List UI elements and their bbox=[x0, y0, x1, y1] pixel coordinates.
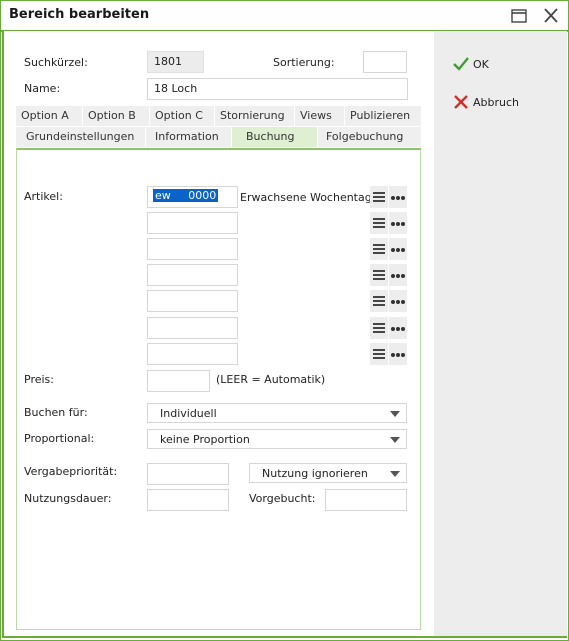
ok-button[interactable]: OK bbox=[452, 55, 512, 75]
sortierung-field[interactable] bbox=[363, 51, 407, 73]
buchen-fuer-value: Individuell bbox=[160, 407, 217, 420]
preis-field[interactable] bbox=[147, 370, 210, 392]
nutzungsdauer-field[interactable] bbox=[147, 489, 229, 511]
list-icon[interactable] bbox=[370, 238, 388, 260]
artikel-field-3[interactable] bbox=[147, 238, 238, 260]
artikel-code: ew bbox=[155, 189, 171, 202]
nutzungsdauer-label: Nutzungsdauer: bbox=[24, 492, 112, 505]
vorgebucht-label: Vorgebucht: bbox=[249, 492, 316, 505]
nutzung-value: Nutzung ignorieren bbox=[262, 467, 368, 480]
tab-option-b[interactable]: Option B bbox=[83, 106, 149, 126]
suchkuerzel-label: Suchkürzel: bbox=[24, 56, 88, 69]
chevron-down-icon bbox=[390, 437, 400, 443]
check-icon bbox=[452, 55, 470, 76]
artikel-field-6[interactable] bbox=[147, 317, 238, 339]
tab-publizieren[interactable]: Publizieren bbox=[345, 106, 421, 126]
more-options-icon[interactable] bbox=[389, 317, 407, 339]
more-options-icon[interactable] bbox=[389, 290, 407, 312]
suchkuerzel-field[interactable]: 1801 bbox=[147, 51, 204, 73]
sortierung-label: Sortierung: bbox=[273, 56, 335, 69]
more-options-icon[interactable] bbox=[389, 186, 407, 208]
vorgebucht-field[interactable] bbox=[325, 489, 407, 511]
tab-option-a[interactable]: Option A bbox=[16, 106, 82, 126]
artikel-label: Artikel: bbox=[24, 190, 63, 203]
abbruch-label: Abbruch bbox=[473, 96, 520, 109]
preis-hint: (LEER = Automatik) bbox=[216, 373, 326, 386]
artikel-description: Erwachsene Wochentags bbox=[240, 191, 378, 204]
nutzung-select[interactable]: Nutzung ignorieren bbox=[249, 463, 407, 483]
name-field[interactable]: 18 Loch bbox=[147, 78, 408, 100]
vergabe-label: Vergabepriorität: bbox=[24, 465, 118, 478]
list-icon[interactable] bbox=[370, 186, 388, 208]
buchen-fuer-select[interactable]: Individuell bbox=[147, 403, 407, 423]
tab-views[interactable]: Views bbox=[295, 106, 344, 126]
tab-grundeinstellungen[interactable]: Grundeinstellungen bbox=[16, 127, 145, 147]
artikel-field-2[interactable] bbox=[147, 212, 238, 234]
more-options-icon[interactable] bbox=[389, 212, 407, 234]
name-label: Name: bbox=[24, 82, 61, 95]
preis-label: Preis: bbox=[24, 373, 54, 386]
cancel-icon bbox=[452, 93, 470, 114]
action-pane bbox=[434, 31, 567, 638]
abbruch-button[interactable]: Abbruch bbox=[452, 93, 532, 113]
list-icon[interactable] bbox=[370, 264, 388, 286]
tab-information[interactable]: Information bbox=[146, 127, 231, 147]
proportional-label: Proportional: bbox=[24, 432, 95, 445]
list-icon[interactable] bbox=[370, 317, 388, 339]
artikel-field-4[interactable] bbox=[147, 264, 238, 286]
tab-folgebuchung[interactable]: Folgebuchung bbox=[318, 127, 421, 147]
artikel-field-1[interactable]: ew 0000 bbox=[147, 186, 238, 208]
tab-buchung[interactable]: Buchung bbox=[232, 127, 317, 147]
chevron-down-icon bbox=[390, 471, 400, 477]
proportional-value: keine Proportion bbox=[160, 433, 250, 446]
artikel-number: 0000 bbox=[188, 189, 217, 202]
close-icon[interactable] bbox=[539, 5, 563, 27]
proportional-select[interactable]: keine Proportion bbox=[147, 429, 407, 449]
vergabe-field[interactable] bbox=[147, 463, 229, 485]
buchen-fuer-label: Buchen für: bbox=[24, 406, 88, 419]
window-title: Bereich bearbeiten bbox=[9, 7, 150, 22]
list-icon[interactable] bbox=[370, 290, 388, 312]
tab-stornierung[interactable]: Stornierung bbox=[215, 106, 294, 126]
more-options-icon[interactable] bbox=[389, 238, 407, 260]
chevron-down-icon bbox=[390, 411, 400, 417]
list-icon[interactable] bbox=[370, 212, 388, 234]
more-options-icon[interactable] bbox=[389, 343, 407, 365]
ok-label: OK bbox=[473, 58, 489, 71]
artikel-field-5[interactable] bbox=[147, 290, 238, 312]
title-bar: Bereich bearbeiten bbox=[1, 1, 568, 32]
more-options-icon[interactable] bbox=[389, 264, 407, 286]
maximize-icon[interactable] bbox=[507, 5, 531, 27]
tab-option-c[interactable]: Option C bbox=[150, 106, 214, 126]
artikel-field-7[interactable] bbox=[147, 343, 238, 365]
list-icon[interactable] bbox=[370, 343, 388, 365]
